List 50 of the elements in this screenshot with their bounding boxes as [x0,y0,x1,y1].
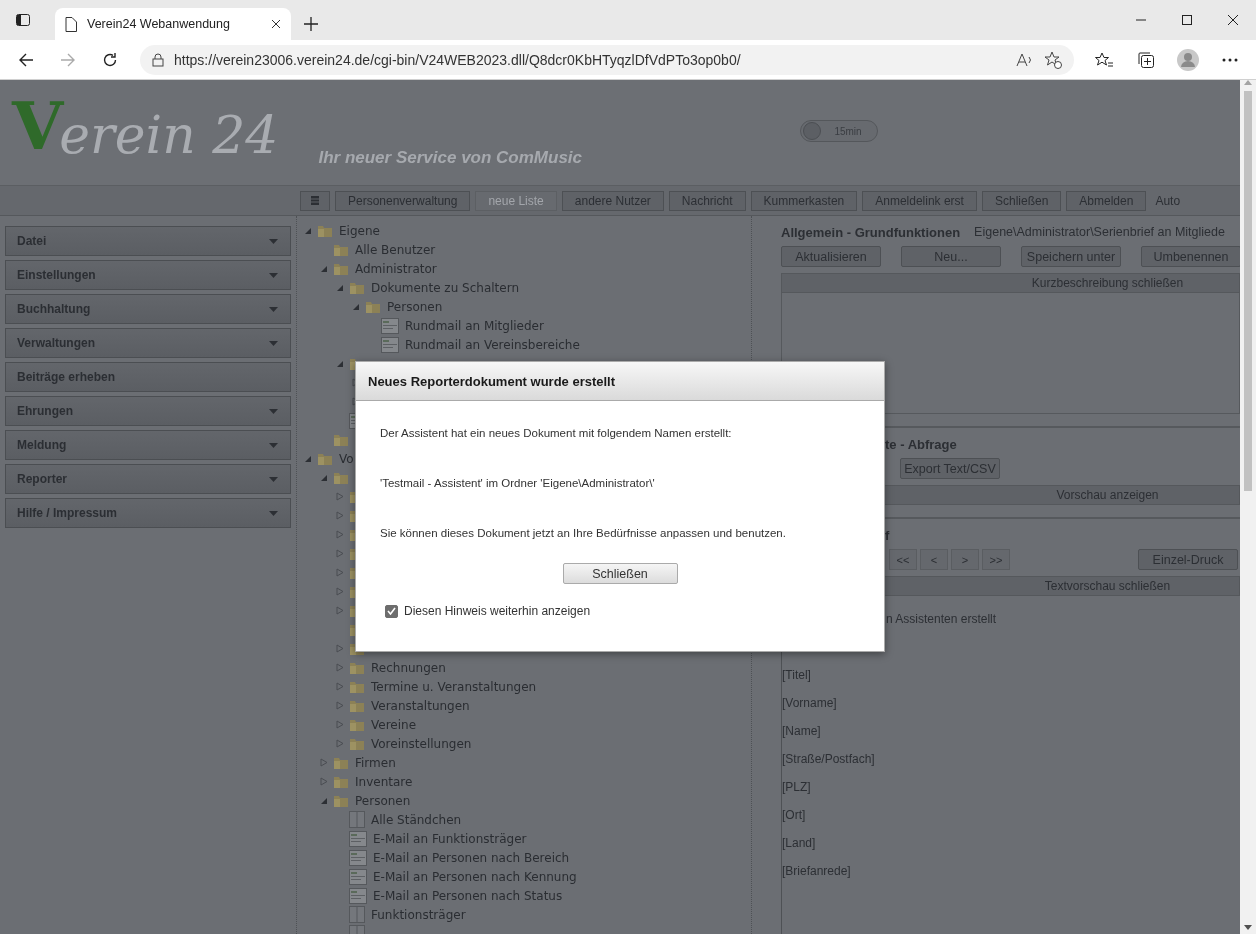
slogan: Ihr neuer Service von ComMusic [318,148,583,168]
tree-item[interactable]: Funktionsträger [371,907,466,922]
tree-item[interactable]: Inventare [355,774,413,789]
tree-item[interactable]: Vo [339,451,354,466]
page-nav-button[interactable]: < [920,549,948,570]
checkbox-label: Diesen Hinweis weiterhin anzeigen [404,604,591,618]
panel-title: Allgemein - Grundfunktionen [781,224,961,240]
dialog-message: 'Testmail - Assistent' im Ordner 'Eigene\Administrator\' [380,477,656,489]
preview-line: [Titel] [782,668,812,684]
preview-line: [Land] [782,836,817,852]
tree-item[interactable]: Dokumente zu Schaltern [371,280,519,295]
tree-item[interactable]: Personen [355,793,411,808]
toolbar-button[interactable]: Auto [1151,190,1181,211]
browser-tab[interactable]: Verein24 Webanwendung [55,8,291,40]
tree-item[interactable]: Voreinstellungen [371,736,472,751]
preview-line: [Name] [782,724,822,740]
dialog-title: Neues Reporterdokument wurde erstellt [368,373,616,389]
tree-item[interactable]: Firmen [355,755,396,770]
preview-line: [Briefanrede] [782,864,852,880]
preview-line: [Straße/Postfach] [782,752,876,768]
logo: Verein 24 [12,87,279,165]
tree-item[interactable]: E-Mail an Personen nach Bereich [373,850,570,865]
tree-item[interactable]: E-Mail an Personen nach Status [373,888,563,903]
address-field[interactable]: https://verein23006.verein24.de/cgi-bin/V24WEB2023.dll/Q8dcr0KbHTyqzlDfVdPTo3op0b0/ [140,44,1074,75]
page-nav-button[interactable]: > [951,549,979,570]
document-path: Eigene\Administrator\Serienbrief an Mitgliede [974,225,1225,239]
dialog-message: Der Assistent hat ein neues Dokument mit folgendem Namen erstellt: [380,427,733,439]
tree-item[interactable]: E-Mail an Personen nach Kennung [373,869,577,884]
tree-item[interactable]: E-Mail an Funktionsträger [373,831,527,846]
tree-item[interactable]: Alle Ständchen [371,812,462,827]
close-button[interactable]: Schließen [562,563,678,584]
tree-item[interactable]: Administrator [355,261,437,276]
preview-line: [Ort] [782,808,807,824]
dialog-message: Sie können dieses Dokument jetzt an Ihre Bedürfnisse anpassen und benutzen. [380,527,787,539]
page-nav-button[interactable]: >> [982,549,1010,570]
section-title: f [885,527,890,543]
tree-item[interactable]: Rechnungen [371,660,446,675]
preview-line: [Vorname] [782,696,838,712]
tree-item[interactable]: Eigene [339,223,380,238]
tree-item[interactable]: Termine u. Veranstaltungen [371,679,537,694]
section-title: te - Abfrage [885,436,957,452]
tree-item[interactable]: Veranstaltungen [371,698,470,713]
tree-item[interactable]: Rundmail an Vereinsbereiche [405,337,580,352]
tree-item[interactable]: Personen [387,299,443,314]
tree-item[interactable]: Alle Benutzer [355,242,436,257]
tree-item[interactable]: Rundmail an Mitglieder [405,318,544,333]
preview-line: [PLZ] [782,780,812,796]
page-nav-button[interactable]: << [889,549,917,570]
preview-line: n Assistenten erstellt [885,612,998,628]
tree-item[interactable]: Vereine [371,717,417,732]
